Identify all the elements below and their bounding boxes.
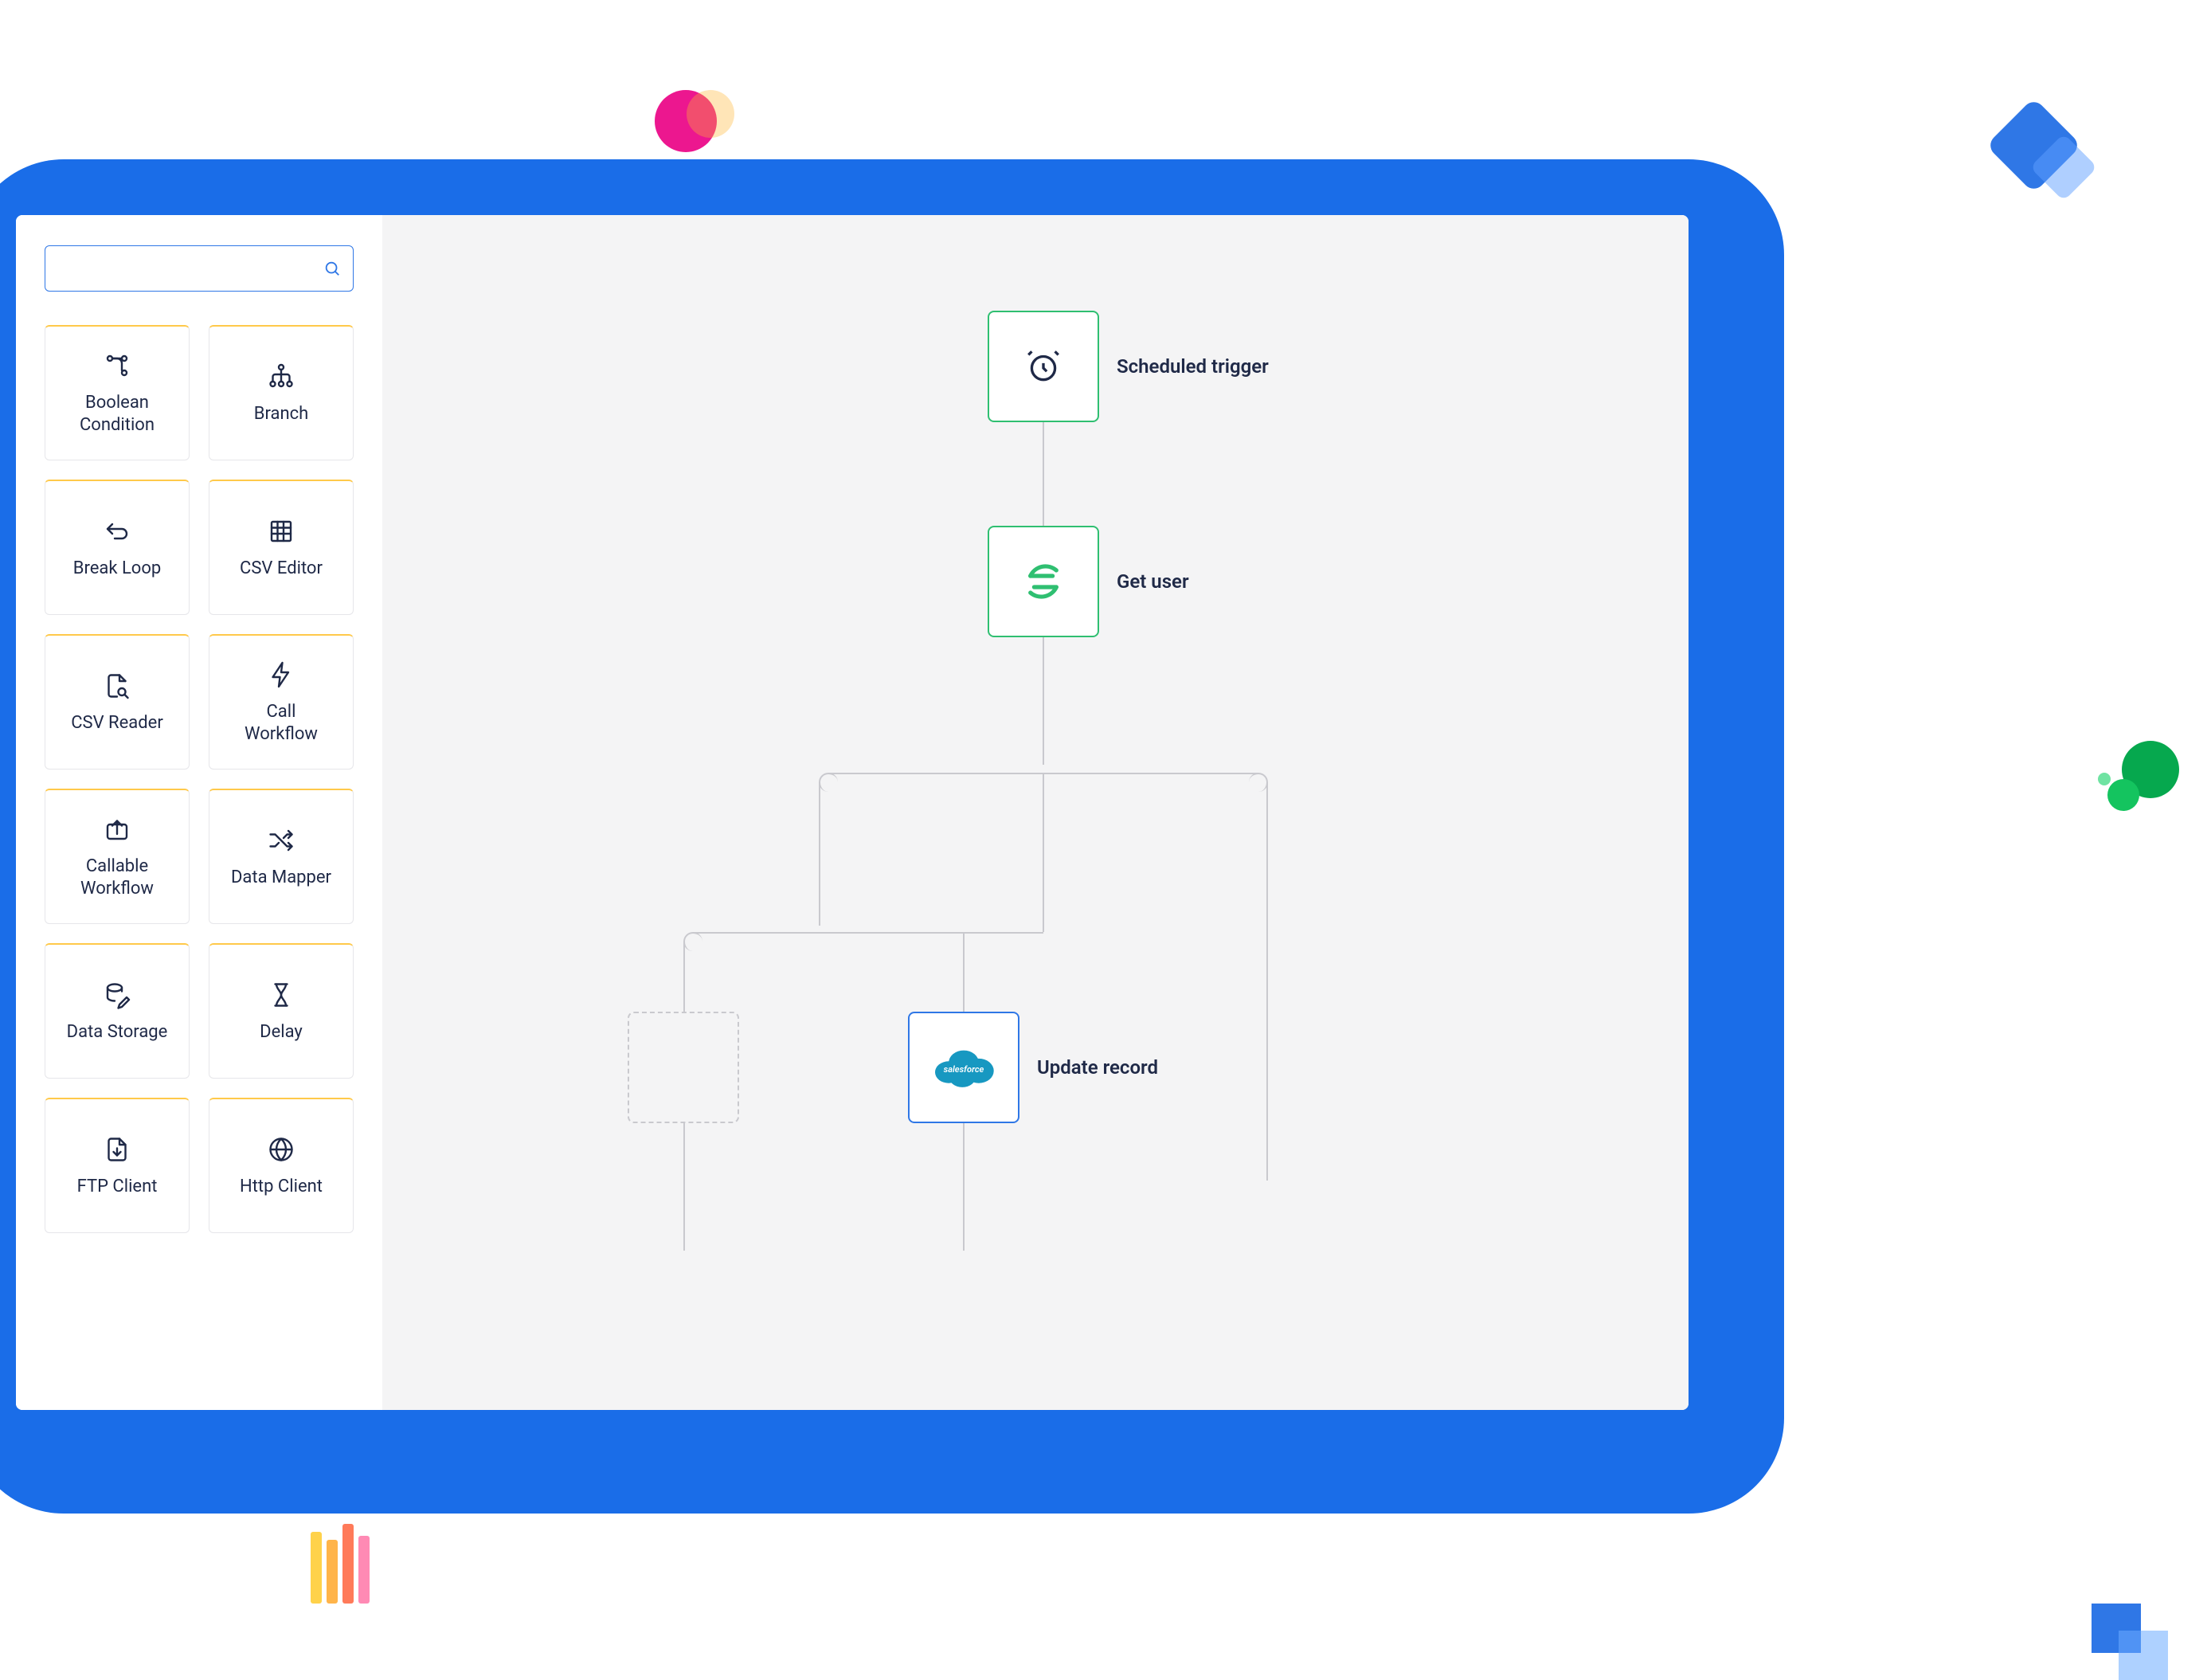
palette-item-label: CallWorkflow — [238, 701, 324, 745]
palette-item-label: BooleanCondition — [73, 392, 161, 436]
palette-item-data-mapper[interactable]: Data Mapper — [209, 789, 354, 924]
palette-item-data-storage[interactable]: Data Storage — [45, 943, 190, 1079]
connector — [963, 1123, 965, 1251]
workflow-canvas[interactable]: Scheduled trigger Get user salesforce — [382, 215, 1689, 1410]
workflow-node-update-record[interactable]: salesforce Update record — [908, 1012, 1019, 1123]
connector — [963, 932, 965, 1012]
connector — [693, 932, 1043, 934]
segment-icon — [1021, 559, 1066, 604]
return-arrow-icon — [103, 516, 131, 546]
search-icon — [323, 260, 341, 277]
palette-item-csv-editor[interactable]: CSV Editor — [209, 480, 354, 615]
palette-item-label: CallableWorkflow — [74, 856, 160, 899]
salesforce-icon: salesforce — [929, 1044, 998, 1091]
doc-down-icon — [103, 1134, 131, 1165]
palette-item-label: CSV Editor — [233, 558, 329, 580]
palette-item-branch[interactable]: Branch — [209, 325, 354, 460]
palette-item-call-workflow[interactable]: CallWorkflow — [209, 634, 354, 770]
palette-item-csv-reader[interactable]: CSV Reader — [45, 634, 190, 770]
globe-icon — [267, 1134, 295, 1165]
connector-corner — [819, 773, 838, 792]
bolt-icon — [267, 660, 295, 690]
palette-item-label: Http Client — [233, 1176, 329, 1198]
palette-item-delay[interactable]: Delay — [209, 943, 354, 1079]
palette-item-label: Branch — [248, 403, 315, 425]
database-edit-icon — [103, 980, 131, 1010]
connector — [819, 782, 820, 926]
palette-item-callable-workflow[interactable]: CallableWorkflow — [45, 789, 190, 924]
connector — [1043, 637, 1044, 765]
shuffle-icon — [267, 825, 295, 856]
decoration-stripes — [311, 1532, 370, 1604]
connector — [1043, 422, 1044, 526]
connector — [683, 1123, 685, 1251]
connector — [1266, 782, 1268, 1181]
connector — [1043, 773, 1044, 932]
palette-item-label: Data Mapper — [225, 867, 338, 889]
component-palette-sidebar: BooleanCondition Branch Break Loop CSV E… — [16, 215, 382, 1410]
palette-item-label: Delay — [253, 1021, 309, 1044]
hourglass-icon — [267, 980, 295, 1010]
connector-corner — [683, 932, 702, 951]
connector-corner — [1249, 773, 1268, 792]
node-label: Scheduled trigger — [1117, 355, 1269, 378]
palette-item-http-client[interactable]: Http Client — [209, 1098, 354, 1233]
palette-grid: BooleanCondition Branch Break Loop CSV E… — [45, 325, 354, 1233]
doc-search-icon — [103, 671, 131, 701]
box-up-icon — [103, 814, 131, 844]
workflow-node-get-user[interactable]: Get user — [988, 526, 1099, 637]
workflow-node-scheduled-trigger[interactable]: Scheduled trigger — [988, 311, 1099, 422]
table-grid-icon — [267, 516, 295, 546]
workflow-drop-slot[interactable] — [628, 1012, 739, 1123]
node-label: Update record — [1037, 1056, 1158, 1079]
decoration-pink-overlay — [687, 90, 734, 138]
svg-text:salesforce: salesforce — [944, 1064, 984, 1075]
search-wrap — [45, 245, 354, 292]
clock-icon — [1023, 347, 1063, 386]
palette-item-label: Data Storage — [61, 1021, 174, 1044]
tree-icon — [267, 362, 295, 392]
palette-item-break-loop[interactable]: Break Loop — [45, 480, 190, 615]
palette-item-label: Break Loop — [67, 558, 168, 580]
palette-item-label: CSV Reader — [65, 712, 170, 734]
app-window: BooleanCondition Branch Break Loop CSV E… — [16, 215, 1689, 1410]
search-input[interactable] — [45, 245, 354, 292]
connector — [683, 942, 685, 1012]
palette-item-ftp-client[interactable]: FTP Client — [45, 1098, 190, 1233]
branch-split-icon — [103, 350, 131, 381]
palette-item-boolean-condition[interactable]: BooleanCondition — [45, 325, 190, 460]
palette-item-label: FTP Client — [71, 1176, 164, 1198]
node-label: Get user — [1117, 570, 1189, 593]
